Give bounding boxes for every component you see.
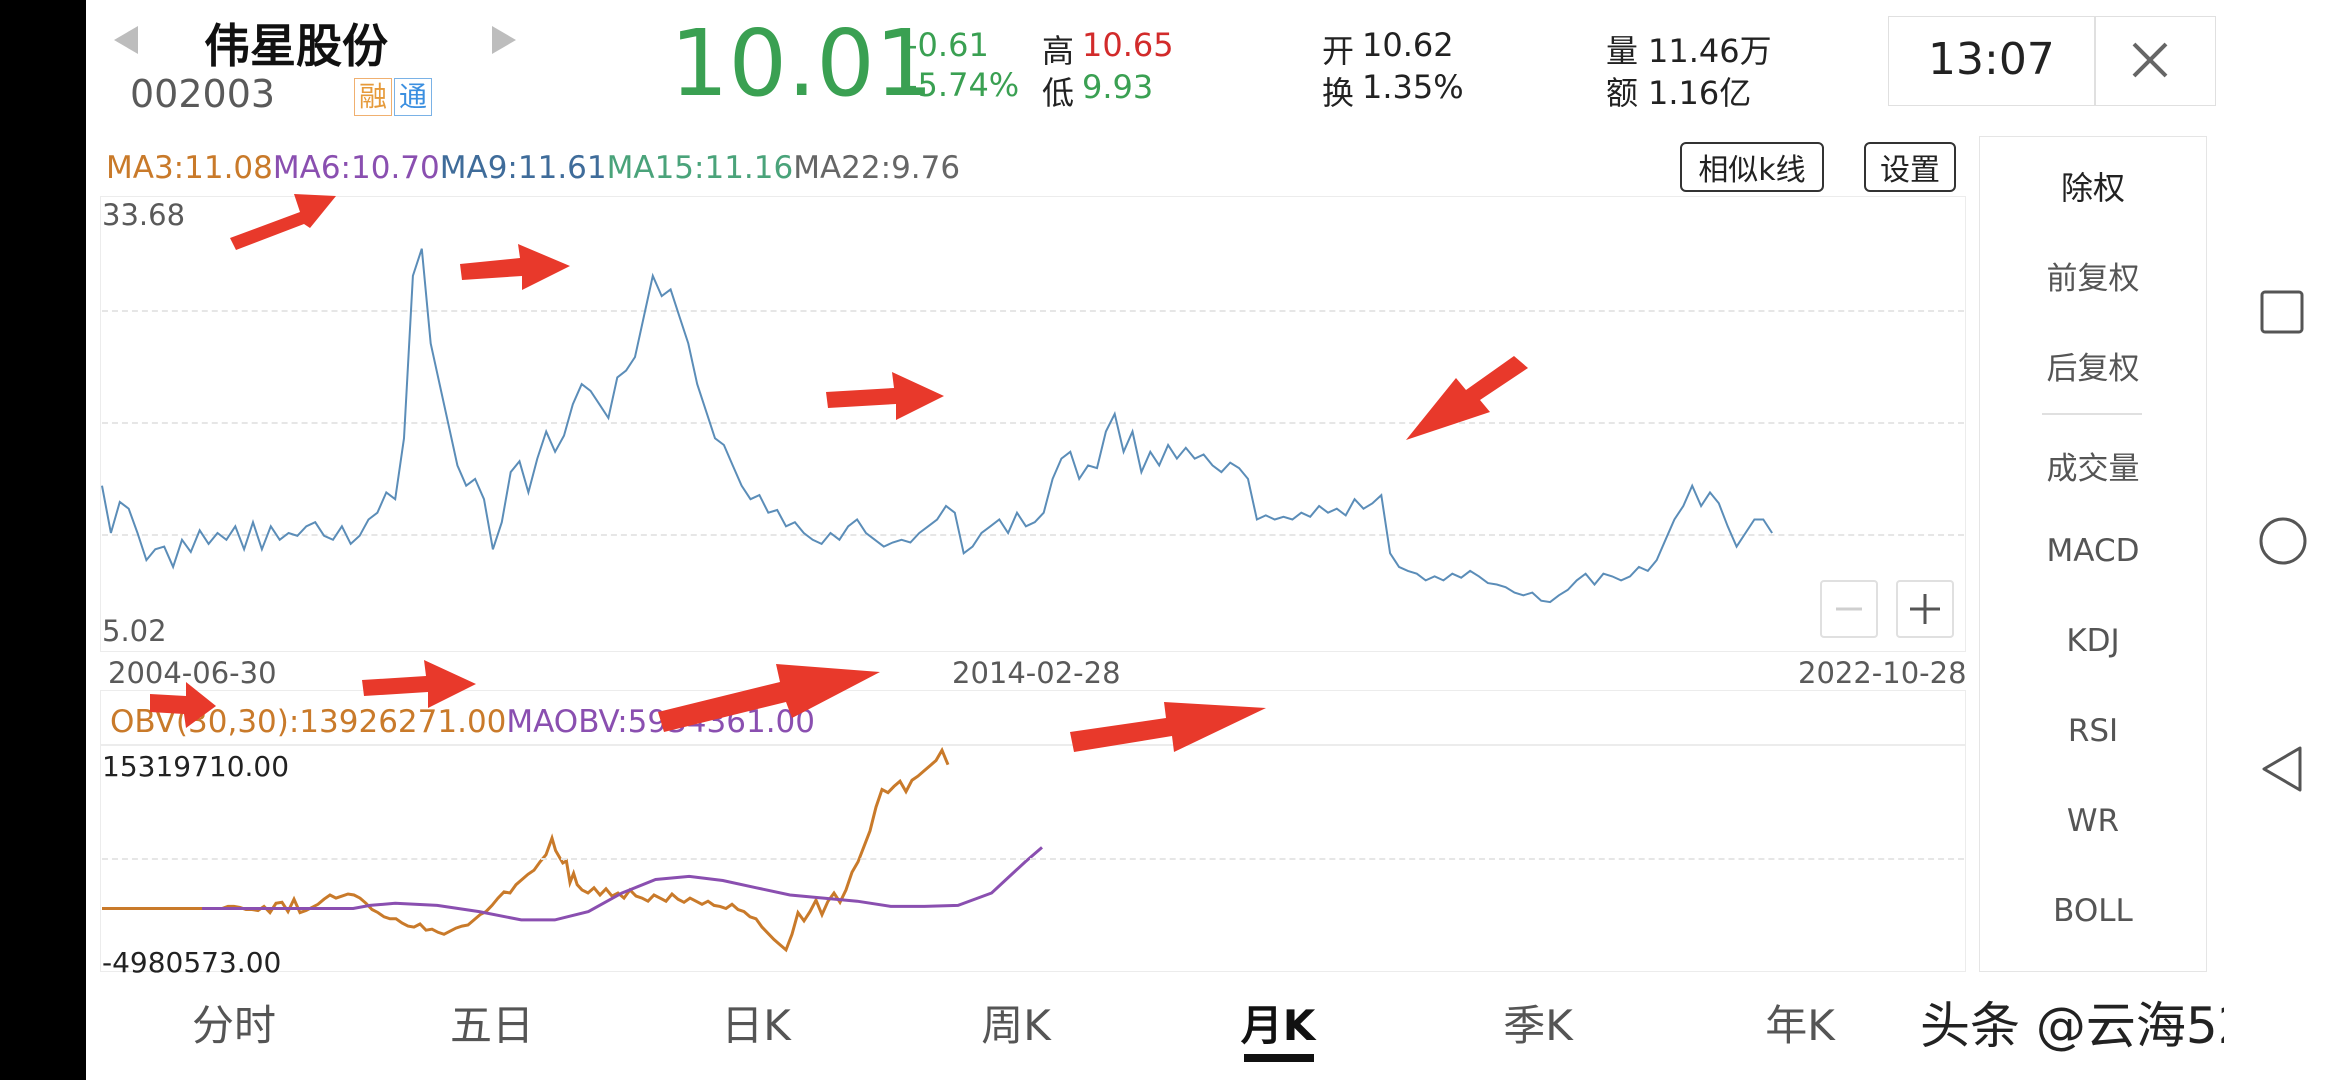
- active-tab-indicator: [1244, 1054, 1314, 1062]
- sidebar-item-forward-adjust[interactable]: 前复权: [1980, 253, 2206, 298]
- sidebar-item-exright[interactable]: 除权: [1980, 163, 2206, 209]
- tab-weekly-k[interactable]: 周K: [936, 992, 1096, 1053]
- sidebar-item-kdj[interactable]: KDJ: [1980, 623, 2206, 659]
- sidebar-item-rsi[interactable]: RSI: [1980, 713, 2206, 749]
- home-icon[interactable]: [2258, 516, 2308, 566]
- tab-five-day[interactable]: 五日: [412, 992, 572, 1053]
- sidebar-divider: [2042, 413, 2142, 415]
- tab-yearly-k[interactable]: 年K: [1720, 992, 1880, 1053]
- back-icon[interactable]: [2260, 744, 2304, 794]
- red-arrow-icon: [150, 194, 1528, 752]
- tab-quarterly-k[interactable]: 季K: [1458, 992, 1618, 1053]
- sidebar-item-macd[interactable]: MACD: [1980, 533, 2206, 569]
- tab-daily-k[interactable]: 日K: [676, 992, 836, 1053]
- sidebar-item-wr[interactable]: WR: [1980, 803, 2206, 839]
- tab-intraday[interactable]: 分时: [154, 992, 314, 1053]
- stock-app-screen: 伟星股份 002003 融 通 10.01 -0.61 -5.74% 高 10.…: [86, 0, 2224, 1080]
- sidebar-item-boll[interactable]: BOLL: [1980, 893, 2206, 929]
- indicator-sidebar: 除权 前复权 后复权 成交量 MACD KDJ RSI WR BOLL: [1979, 136, 2207, 972]
- system-nav-bar: [2224, 0, 2340, 1080]
- recent-apps-icon[interactable]: [2260, 290, 2304, 334]
- sidebar-item-backward-adjust[interactable]: 后复权: [1980, 343, 2206, 388]
- sidebar-item-volume[interactable]: 成交量: [1980, 443, 2206, 488]
- annotation-arrows: [150, 194, 1528, 752]
- tab-monthly-k[interactable]: 月K: [1198, 992, 1358, 1053]
- watermark: 头条 @云海52: [1920, 997, 2224, 1055]
